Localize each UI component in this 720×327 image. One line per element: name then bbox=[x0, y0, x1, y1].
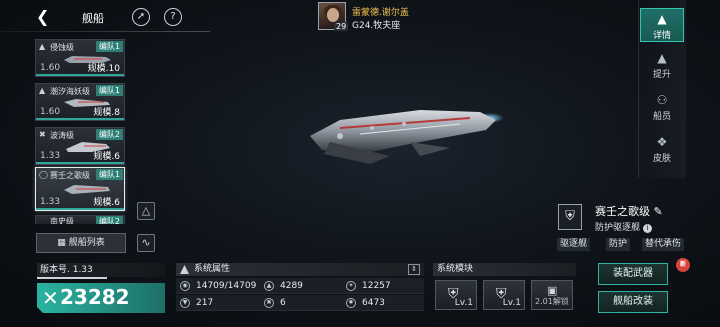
ship-card-scale: 规模.8 bbox=[93, 108, 120, 118]
captain-level: 29 bbox=[334, 22, 349, 31]
ship-card[interactable]: ▲ 侵蚀级 编队1 1.60 规模.10 bbox=[35, 39, 125, 77]
fleet-badge: 编队1 bbox=[95, 85, 123, 96]
module-slot[interactable]: ⛨ Lv.1 bbox=[483, 280, 525, 310]
edit-icon[interactable]: ✎ bbox=[654, 205, 663, 218]
rocket-icon[interactable]: ➚ bbox=[132, 8, 150, 26]
ship-card-scale: 规模.10 bbox=[87, 64, 120, 74]
back-button[interactable]: ❮ bbox=[36, 8, 56, 26]
fleet-filter-icon[interactable]: △ bbox=[137, 202, 155, 220]
ship-card-version: 1.33 bbox=[40, 151, 61, 161]
tab-details[interactable]: ▲ 详情 bbox=[640, 8, 684, 42]
attr-hull: ◉ 14709/14709 bbox=[176, 278, 260, 294]
attributes-toggle[interactable]: ⇕ bbox=[408, 264, 420, 275]
ship-card-scale: 规模.6 bbox=[93, 152, 120, 162]
tab-label: 船员 bbox=[652, 112, 671, 122]
ship-class-icon: ◯ bbox=[39, 170, 48, 179]
captain-location: G24.牧夫座 bbox=[352, 21, 401, 31]
tab-label: 详情 bbox=[652, 31, 671, 41]
header-divider bbox=[0, 31, 210, 32]
upgrade-icon: ▲ bbox=[657, 51, 667, 65]
speed-icon: ▼ bbox=[180, 298, 190, 308]
module-unlock-text: 2.01解锁 bbox=[535, 297, 569, 306]
module-level: Lv.1 bbox=[502, 298, 521, 308]
fleet-badge: 编队2 bbox=[95, 129, 123, 140]
info-icon[interactable]: i bbox=[642, 224, 652, 233]
ship-card-name: 赛壬之歌级 bbox=[50, 171, 90, 180]
skin-icon: ❖ bbox=[656, 135, 668, 149]
shield-icon: ✶ bbox=[346, 281, 356, 291]
ship-name: 赛壬之歌级 ✎ bbox=[595, 205, 663, 218]
fleet-badge: 编队1 bbox=[95, 41, 123, 52]
power-value: 23282 bbox=[60, 285, 130, 309]
ship-tag: 替代承伤 bbox=[642, 238, 685, 251]
ship-role: 防护驱逐舰 i bbox=[595, 220, 652, 233]
ship-card[interactable]: ▲ 潮汐海妖级 编队1 1.60 规模.8 bbox=[35, 83, 125, 121]
grid-icon: ▦ bbox=[57, 238, 66, 248]
version-label: 版本号. 1.33 bbox=[37, 263, 165, 277]
module-slot-locked[interactable]: ▣ 2.01解锁 bbox=[531, 280, 573, 310]
ship-tag: 驱逐舰 bbox=[557, 238, 591, 251]
attr-cargo: ✖ 6 bbox=[260, 295, 342, 311]
attr-armor: ▲ 4289 bbox=[260, 278, 342, 294]
armor-icon: ▲ bbox=[264, 281, 274, 291]
power-icon: ✕ bbox=[42, 286, 59, 310]
ship-list-label: 舰船列表 bbox=[68, 238, 105, 248]
version-progress bbox=[37, 277, 107, 279]
ship-list-button[interactable]: ▦ 舰船列表 bbox=[36, 233, 126, 253]
equip-weapon-button[interactable]: 装配武器 bbox=[598, 263, 668, 285]
fleet-badge: 编队2 bbox=[95, 216, 123, 224]
details-icon: ▲ bbox=[657, 12, 667, 26]
tab-upgrade[interactable]: ▲ 提升 bbox=[640, 48, 684, 82]
modules-header: 系统模块 bbox=[433, 263, 576, 276]
attr-speed: ▼ 217 bbox=[176, 295, 260, 311]
ship-class-icon: ✖ bbox=[39, 130, 46, 139]
crew-icon: ⚇ bbox=[656, 93, 668, 107]
help-button[interactable]: ? bbox=[164, 8, 182, 26]
tab-crew[interactable]: ⚇ 船员 bbox=[640, 90, 684, 124]
wave-icon[interactable]: ∿ bbox=[137, 234, 155, 252]
ship-card[interactable]: ✖ 波涛级 编队2 1.33 规模.6 bbox=[35, 127, 125, 165]
ship-card-scale: 规模.6 bbox=[93, 198, 120, 208]
captain-name: 雷蒙德.谢尔盖 bbox=[352, 8, 409, 18]
energy-icon: ✸ bbox=[346, 298, 356, 308]
module-slot[interactable]: ⛨ Lv.1 bbox=[435, 280, 477, 310]
module-level: Lv.1 bbox=[454, 298, 473, 308]
ship-card-bar bbox=[36, 162, 124, 164]
ship-card-selected[interactable]: ◯ 赛壬之歌级 编队1 1.33 规模.6 bbox=[35, 167, 125, 211]
fleet-badge: 编队1 bbox=[95, 169, 123, 180]
ship-model[interactable] bbox=[300, 98, 510, 178]
ship-card-bar bbox=[36, 74, 124, 76]
ship-card-bar bbox=[36, 208, 124, 210]
ship-card-version: 1.60 bbox=[40, 107, 61, 117]
ship-class-icon: ▲ bbox=[39, 42, 46, 51]
ship-card-name: 南史级 bbox=[50, 217, 74, 224]
tab-skin[interactable]: ❖ 皮肤 bbox=[640, 132, 684, 166]
ship-card-version: 1.60 bbox=[40, 63, 61, 73]
attributes-header: 系统属性 bbox=[176, 263, 424, 276]
hull-icon: ◉ bbox=[180, 281, 190, 291]
tab-label: 皮肤 bbox=[652, 154, 671, 164]
ship-card-version: 1.33 bbox=[40, 197, 61, 207]
attr-energy: ✸ 6473 bbox=[342, 295, 424, 311]
cargo-icon: ✖ bbox=[264, 298, 274, 308]
ship-card-bar bbox=[36, 118, 124, 120]
attr-shield: ✶ 12257 bbox=[342, 278, 424, 294]
ship-thumbnail bbox=[64, 185, 110, 194]
ship-tag: 防护 bbox=[606, 238, 631, 251]
ship-refit-button[interactable]: 舰船改装 bbox=[598, 291, 668, 313]
ship-class-icon: ▲ bbox=[39, 86, 46, 95]
tab-label: 提升 bbox=[652, 70, 671, 80]
ship-role-icon: ⛨ bbox=[558, 204, 582, 230]
page-title: 舰船 bbox=[82, 12, 104, 25]
new-badge: 新 bbox=[676, 258, 690, 272]
ship-card[interactable]: 南史级 编队2 bbox=[35, 215, 125, 224]
